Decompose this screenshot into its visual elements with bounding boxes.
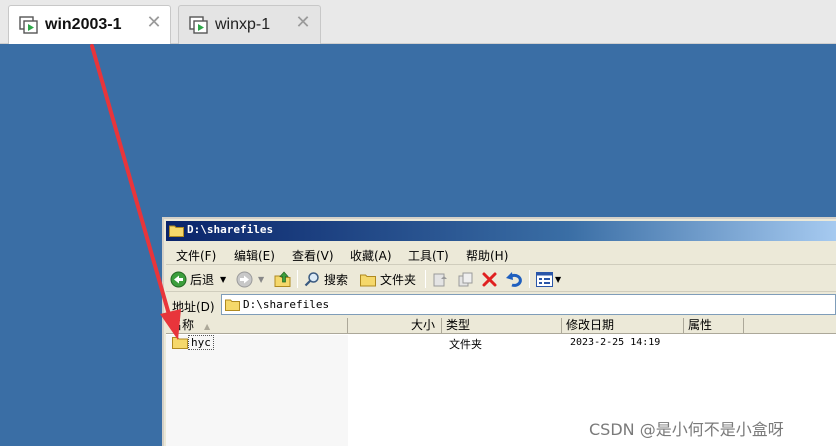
toolbar-separator <box>297 270 298 288</box>
menu-tools[interactable]: 工具(T) <box>408 247 449 264</box>
views-grid-icon <box>536 271 553 287</box>
row-name: hyc <box>188 335 214 350</box>
move-to-icon <box>433 273 447 286</box>
column-header-modified[interactable]: 修改日期 <box>562 318 684 334</box>
column-header-size[interactable]: 大小 <box>348 318 442 334</box>
address-field[interactable]: D:\sharefiles <box>221 294 836 315</box>
back-arrow-icon <box>170 271 187 287</box>
address-bar: 地址(D) D:\sharefiles <box>166 293 836 317</box>
menu-edit[interactable]: 编辑(E) <box>234 247 275 264</box>
search-label: 搜索 <box>324 272 349 287</box>
list-header: 名称 ▲ 大小 类型 修改日期 属性 <box>166 318 836 334</box>
back-button[interactable]: 后退 ▼ <box>170 269 226 289</box>
sort-ascending-icon: ▲ <box>204 322 211 331</box>
folder-icon <box>169 225 184 237</box>
up-folder-icon <box>274 270 291 287</box>
explorer-window: D:\sharefiles 文件(F) 编辑(E) 查看(V) 收藏(A) 工具… <box>162 217 836 446</box>
row-modified: 2023-2-25 14:19 <box>570 337 661 348</box>
row-type: 文件夹 <box>449 338 482 351</box>
address-value: D:\sharefiles <box>243 298 330 311</box>
window-titlebar[interactable]: D:\sharefiles <box>166 221 836 241</box>
copy-to-button[interactable] <box>457 269 474 289</box>
dropdown-arrow-icon[interactable]: ▼ <box>258 275 264 284</box>
vm-tab-win2003[interactable]: win2003-1 ✕ <box>8 5 171 44</box>
menu-file[interactable]: 文件(F) <box>176 247 216 264</box>
column-header-label: 名称 <box>170 318 195 332</box>
undo-button[interactable] <box>505 269 523 289</box>
menu-bar: 文件(F) 编辑(E) 查看(V) 收藏(A) 工具(T) 帮助(H) <box>166 243 836 265</box>
window-title: D:\sharefiles <box>187 223 274 236</box>
vm-tab-winxp[interactable]: winxp-1 ✕ <box>178 5 321 44</box>
copy-to-icon <box>458 272 473 286</box>
column-header-type[interactable]: 类型 <box>442 318 562 334</box>
folders-label: 文件夹 <box>380 272 417 287</box>
up-folder-button[interactable] <box>274 269 292 289</box>
table-row[interactable]: hyc 文件夹 2023-2-25 14:19 <box>166 335 836 351</box>
vm-play-icon <box>19 16 38 34</box>
dropdown-arrow-icon[interactable]: ▼ <box>555 275 561 284</box>
views-button[interactable]: ▼ <box>536 269 561 289</box>
forward-button[interactable]: ▼ <box>236 269 264 289</box>
close-icon[interactable]: ✕ <box>146 14 162 32</box>
vm-tab-bar: win2003-1 ✕ winxp-1 ✕ <box>0 0 836 44</box>
menu-view[interactable]: 查看(V) <box>292 247 334 264</box>
vm-play-icon <box>189 16 208 34</box>
dropdown-arrow-icon[interactable]: ▼ <box>220 275 226 284</box>
toolbar: 后退 ▼ ▼ 搜索 文件夹 ▼ <box>166 266 836 292</box>
close-icon[interactable]: ✕ <box>295 14 311 32</box>
back-label: 后退 <box>190 272 215 287</box>
folders-button[interactable]: 文件夹 <box>360 269 416 289</box>
delete-button[interactable] <box>481 269 498 289</box>
menu-help[interactable]: 帮助(H) <box>466 247 508 264</box>
undo-icon <box>506 271 522 287</box>
forward-arrow-icon <box>236 271 253 287</box>
vm-tab-label: win2003-1 <box>45 16 122 33</box>
search-button[interactable]: 搜索 <box>304 269 348 289</box>
address-label: 地址(D) <box>172 300 215 314</box>
folder-icon <box>225 299 240 311</box>
folder-icon <box>172 337 188 349</box>
search-icon <box>304 272 319 287</box>
toolbar-separator <box>529 270 530 288</box>
menu-favorites[interactable]: 收藏(A) <box>350 247 392 264</box>
vm-tab-label: winxp-1 <box>215 16 271 33</box>
watermark: CSDN @是小何不是小盒呀 <box>589 420 784 439</box>
column-header-attributes[interactable]: 属性 <box>684 318 744 334</box>
name-column-background <box>166 335 348 446</box>
move-to-button[interactable] <box>432 269 449 289</box>
column-header-name[interactable]: 名称 ▲ <box>166 318 348 334</box>
folder-icon <box>360 274 376 286</box>
toolbar-separator <box>425 270 426 288</box>
delete-icon <box>482 272 497 286</box>
